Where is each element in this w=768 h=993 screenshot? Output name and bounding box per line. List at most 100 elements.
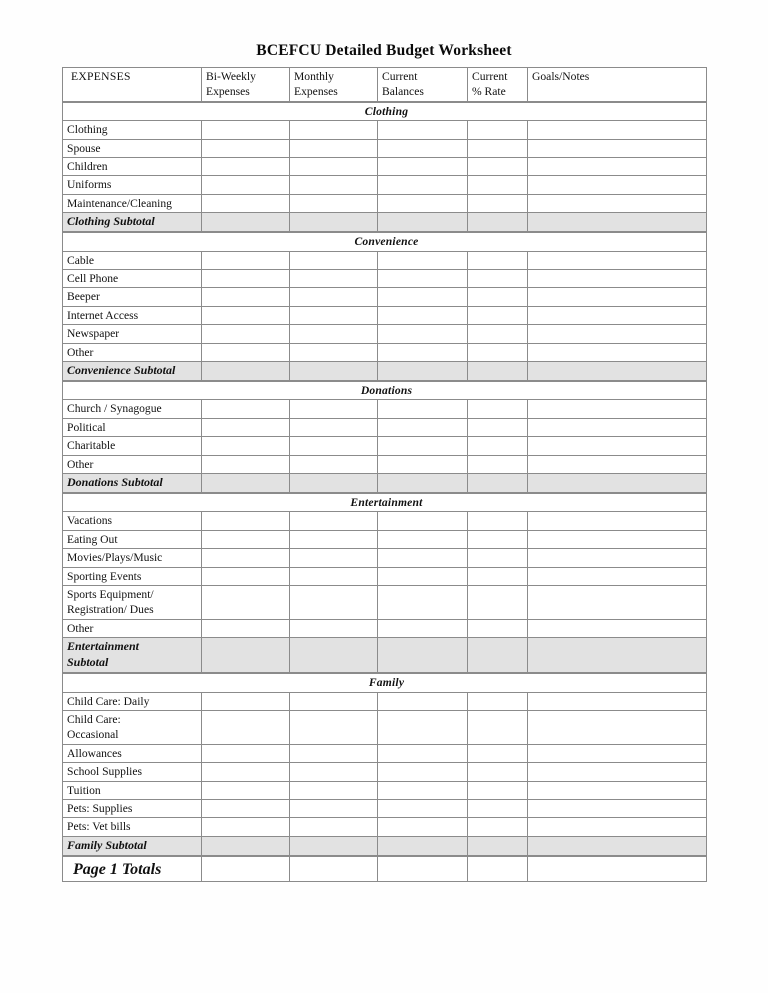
entry-cell-rate[interactable] xyxy=(467,417,528,438)
subtotal-cell-rate[interactable] xyxy=(467,361,528,381)
entry-cell-balances[interactable] xyxy=(377,691,468,711)
entry-cell-balances[interactable] xyxy=(377,305,468,326)
subtotal-cell-notes[interactable] xyxy=(526,361,708,381)
entry-cell-notes[interactable] xyxy=(526,287,708,307)
entry-cell-rate[interactable] xyxy=(467,305,528,326)
entry-cell-rate[interactable] xyxy=(467,175,528,195)
entry-cell-notes[interactable] xyxy=(526,342,708,363)
entry-cell-balances[interactable] xyxy=(377,250,468,271)
entry-cell-monthly[interactable] xyxy=(289,798,378,819)
entry-cell-balances[interactable] xyxy=(377,548,468,568)
entry-cell-balances[interactable] xyxy=(377,324,468,344)
subtotal-cell-balances[interactable] xyxy=(377,361,468,381)
page-totals-cell-rate[interactable] xyxy=(467,855,528,883)
entry-cell-rate[interactable] xyxy=(467,454,528,475)
entry-cell-bi-weekly[interactable] xyxy=(201,269,290,289)
entry-cell-monthly[interactable] xyxy=(289,287,378,307)
entry-cell-monthly[interactable] xyxy=(289,618,378,639)
entry-cell-monthly[interactable] xyxy=(289,120,378,140)
entry-cell-balances[interactable] xyxy=(377,454,468,475)
entry-cell-balances[interactable] xyxy=(377,566,468,587)
subtotal-cell-bi-weekly[interactable] xyxy=(201,835,290,856)
subtotal-cell-bi-weekly[interactable] xyxy=(201,473,290,493)
entry-cell-balances[interactable] xyxy=(377,399,468,419)
entry-cell-rate[interactable] xyxy=(467,511,528,531)
entry-cell-balances[interactable] xyxy=(377,817,468,837)
entry-cell-notes[interactable] xyxy=(526,743,708,764)
subtotal-cell-balances[interactable] xyxy=(377,473,468,493)
entry-cell-monthly[interactable] xyxy=(289,269,378,289)
entry-cell-balances[interactable] xyxy=(377,436,468,456)
entry-cell-monthly[interactable] xyxy=(289,780,378,800)
entry-cell-rate[interactable] xyxy=(467,780,528,800)
entry-cell-bi-weekly[interactable] xyxy=(201,436,290,456)
entry-cell-rate[interactable] xyxy=(467,399,528,419)
entry-cell-balances[interactable] xyxy=(377,511,468,531)
entry-cell-monthly[interactable] xyxy=(289,548,378,568)
entry-cell-monthly[interactable] xyxy=(289,138,378,159)
entry-cell-monthly[interactable] xyxy=(289,175,378,195)
entry-cell-bi-weekly[interactable] xyxy=(201,193,290,214)
entry-cell-rate[interactable] xyxy=(467,743,528,764)
entry-cell-rate[interactable] xyxy=(467,287,528,307)
subtotal-cell-notes[interactable] xyxy=(526,212,708,233)
entry-cell-bi-weekly[interactable] xyxy=(201,548,290,568)
entry-cell-rate[interactable] xyxy=(467,120,528,140)
entry-cell-monthly[interactable] xyxy=(289,566,378,587)
subtotal-cell-rate[interactable] xyxy=(467,835,528,856)
entry-cell-balances[interactable] xyxy=(377,342,468,363)
entry-cell-notes[interactable] xyxy=(526,511,708,531)
entry-cell-bi-weekly[interactable] xyxy=(201,798,290,819)
entry-cell-bi-weekly[interactable] xyxy=(201,138,290,159)
entry-cell-bi-weekly[interactable] xyxy=(201,529,290,550)
entry-cell-notes[interactable] xyxy=(526,762,708,782)
entry-cell-notes[interactable] xyxy=(526,157,708,177)
entry-cell-monthly[interactable] xyxy=(289,250,378,271)
entry-cell-notes[interactable] xyxy=(526,529,708,550)
entry-cell-rate[interactable] xyxy=(467,193,528,214)
entry-cell-rate[interactable] xyxy=(467,138,528,159)
subtotal-cell-balances[interactable] xyxy=(377,835,468,856)
page-totals-cell-notes[interactable] xyxy=(527,855,707,883)
entry-cell-rate[interactable] xyxy=(467,817,528,837)
entry-cell-bi-weekly[interactable] xyxy=(201,780,290,800)
page-totals-cell-bi-weekly[interactable] xyxy=(201,855,290,883)
entry-cell-rate[interactable] xyxy=(467,436,528,456)
entry-cell-balances[interactable] xyxy=(377,762,468,782)
entry-cell-rate[interactable] xyxy=(467,342,528,363)
entry-cell-balances[interactable] xyxy=(377,193,468,214)
subtotal-cell-balances[interactable] xyxy=(377,637,468,674)
subtotal-cell-balances[interactable] xyxy=(377,212,468,233)
entry-cell-rate[interactable] xyxy=(467,529,528,550)
entry-cell-balances[interactable] xyxy=(377,120,468,140)
entry-cell-bi-weekly[interactable] xyxy=(201,566,290,587)
entry-cell-notes[interactable] xyxy=(526,454,708,475)
subtotal-cell-monthly[interactable] xyxy=(289,637,378,674)
entry-cell-rate[interactable] xyxy=(467,566,528,587)
entry-cell-notes[interactable] xyxy=(526,436,708,456)
subtotal-cell-monthly[interactable] xyxy=(289,835,378,856)
entry-cell-bi-weekly[interactable] xyxy=(201,287,290,307)
subtotal-cell-monthly[interactable] xyxy=(289,361,378,381)
subtotal-cell-monthly[interactable] xyxy=(289,212,378,233)
entry-cell-monthly[interactable] xyxy=(289,157,378,177)
entry-cell-bi-weekly[interactable] xyxy=(201,417,290,438)
entry-cell-rate[interactable] xyxy=(467,324,528,344)
entry-cell-monthly[interactable] xyxy=(289,305,378,326)
page-totals-cell-monthly[interactable] xyxy=(289,855,378,883)
entry-cell-bi-weekly[interactable] xyxy=(201,157,290,177)
entry-cell-balances[interactable] xyxy=(377,618,468,639)
subtotal-cell-notes[interactable] xyxy=(526,473,708,493)
subtotal-cell-notes[interactable] xyxy=(526,637,708,674)
entry-cell-monthly[interactable] xyxy=(289,585,378,620)
entry-cell-bi-weekly[interactable] xyxy=(201,324,290,344)
entry-cell-notes[interactable] xyxy=(526,798,708,819)
entry-cell-monthly[interactable] xyxy=(289,193,378,214)
entry-cell-monthly[interactable] xyxy=(289,417,378,438)
entry-cell-monthly[interactable] xyxy=(289,743,378,764)
entry-cell-notes[interactable] xyxy=(526,120,708,140)
entry-cell-notes[interactable] xyxy=(526,175,708,195)
subtotal-cell-bi-weekly[interactable] xyxy=(201,212,290,233)
subtotal-cell-rate[interactable] xyxy=(467,637,528,674)
entry-cell-notes[interactable] xyxy=(526,417,708,438)
